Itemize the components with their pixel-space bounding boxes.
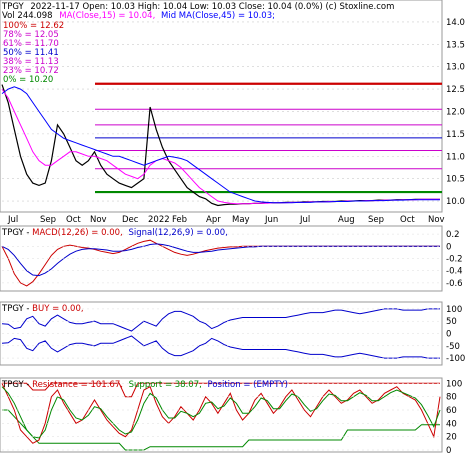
ma15-legend: MA(Close,15) = 10.04,: [59, 11, 155, 21]
panel-y-ticks: 0.2 0 -0.2 -0.4 -0.6 100 50 0 -50 -100 100 80 60 40 20…: [446, 230, 465, 454]
stoch-prefix: TPGY -: [1, 380, 32, 390]
price-y-tick: 11.5: [446, 130, 465, 140]
signal-label: Signal(12,26,9) = 0.00,: [128, 228, 227, 238]
x-axis-labels: Jul Sep Oct Nov Dec 2022 Feb Apr May Jun Jul Aug Sep…: [7, 215, 445, 225]
buy-prefix: TPGY -: [1, 304, 32, 314]
x-axis-label: Sep: [40, 215, 56, 225]
price-y-tick: 10.0: [446, 197, 465, 207]
price-y-tick: 14.0: [446, 18, 465, 28]
support-label: Support = 38.07,: [129, 380, 202, 390]
panel-y-tick: 0: [446, 330, 451, 340]
support-line: [2, 409, 440, 451]
x-axis-label: Jul: [299, 215, 310, 225]
panel-y-tick: 50: [446, 317, 457, 327]
x-axis-label: Oct: [400, 215, 415, 225]
ma45-line: [1, 86, 440, 204]
panel-y-tick: 60: [446, 406, 457, 416]
fast-line: [1, 383, 441, 444]
panel-y-tick: -0.4: [446, 267, 463, 277]
stock-chart: 10.0 10.5 11.0 11.5 12.0 12.5 13.0 13.5 14.0 Jul…: [0, 0, 465, 454]
x-axis-label: Sep: [368, 215, 384, 225]
panel-y-tick: 0: [446, 446, 451, 454]
x-axis-label: Feb: [172, 215, 187, 225]
x-axis-label: Aug: [338, 215, 355, 225]
macd-series: [1, 233, 442, 287]
position-label: Position = (EMPTY): [208, 380, 288, 390]
price-series: [1, 84, 440, 207]
panel-y-tick: 20: [446, 433, 457, 443]
x-axis-label: Dec: [122, 215, 139, 225]
buy-label: BUY = 0.00,: [32, 304, 83, 314]
price-y-tick: 13.0: [446, 63, 465, 73]
panel-y-tick: -50: [446, 342, 460, 352]
x-axis-label: Jul: [7, 215, 18, 225]
price-grid: [2, 21, 442, 202]
x-axis-label: Apr: [206, 215, 221, 225]
stoch-panel-label: TPGY - Resistance = 101.67, Support = 38…: [1, 380, 288, 390]
panel-y-tick: -0.2: [446, 255, 463, 265]
panel-y-tick: 100: [446, 305, 462, 315]
buy-lower-line: [1, 335, 440, 359]
price-y-tick: 12.5: [446, 85, 465, 95]
price-y-tick: 11.0: [446, 152, 465, 162]
price-y-tick: 12.0: [446, 107, 465, 117]
x-axis-label: May: [232, 215, 250, 225]
resistance-label: Resistance = 101.67,: [32, 380, 123, 390]
panel-y-tick: -0.6: [446, 279, 463, 289]
price-y-tick: 10.5: [446, 175, 465, 185]
macd-prefix: TPGY -: [1, 228, 32, 238]
panel-y-tick: 80: [446, 393, 457, 403]
x-axis-label: Nov: [90, 215, 107, 225]
price-line: [1, 84, 440, 207]
ma45-legend: Mid MA(Close,45) = 10.03;: [161, 11, 275, 21]
header-volume: Vol 244.098: [2, 11, 53, 21]
x-axis-label: Jun: [264, 215, 278, 225]
header-line-2: Vol 244.098 MA(Close,15) = 10.04, Mid MA…: [2, 11, 275, 21]
macd-label: MACD(12,26) = 0.00,: [32, 228, 123, 238]
fib-legend: 100% = 12.6278% = 12.0561% = 11.7050% = …: [3, 21, 64, 85]
price-y-tick: 13.5: [446, 40, 465, 50]
price-y-ticks: 10.0 10.5 11.0 11.5 12.0 12.5 13.0 13.5 14.0: [446, 18, 465, 207]
macd-line: [1, 239, 440, 287]
panel-y-tick: -100: [446, 354, 465, 364]
panel-y-tick: 0.2: [446, 230, 460, 240]
x-axis-label: Nov: [428, 215, 445, 225]
fib-level-label: 0% = 10.20: [3, 75, 53, 85]
buy-series: [1, 308, 442, 359]
ma15-line: [1, 88, 440, 205]
price-panel-frame: [0, 0, 443, 213]
stoch-series: [1, 382, 442, 451]
macd-panel-label: TPGY - MACD(12,26) = 0.00, Signal(12,26,…: [1, 228, 228, 238]
x-axis-label: 2022: [148, 215, 170, 225]
buy-panel-label: TPGY - BUY = 0.00,: [1, 304, 84, 314]
panel-y-tick: 40: [446, 419, 457, 429]
panel-y-tick: 100: [446, 379, 462, 389]
x-axis-label: Oct: [66, 215, 81, 225]
panel-y-tick: 0: [446, 242, 451, 252]
